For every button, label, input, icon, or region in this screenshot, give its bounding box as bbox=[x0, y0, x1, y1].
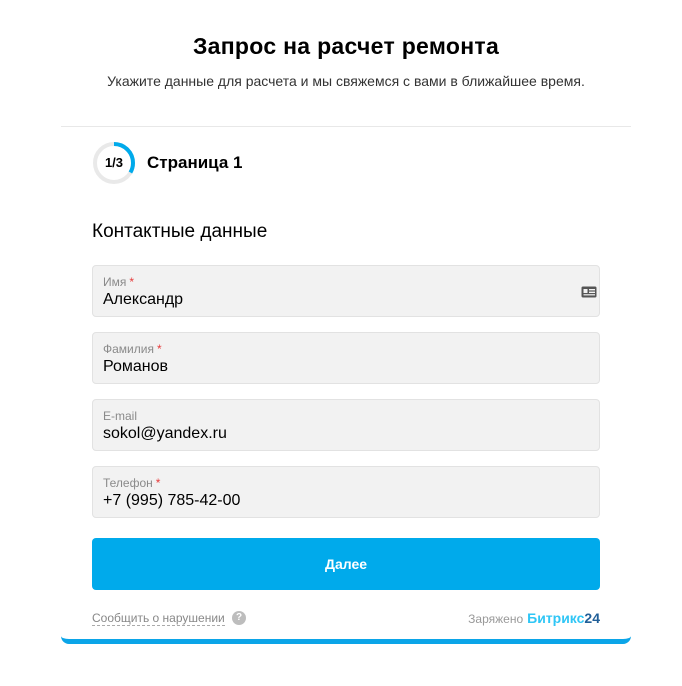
header-divider bbox=[61, 126, 631, 127]
first-name-field[interactable]: Имя * bbox=[92, 265, 600, 317]
powered-by[interactable]: Заряжено Битрикс24 bbox=[468, 610, 600, 626]
contact-card-icon[interactable] bbox=[581, 285, 597, 298]
email-field[interactable]: E-mail bbox=[92, 399, 600, 451]
brand-number: 24 bbox=[584, 610, 600, 626]
field-label: Имя * bbox=[103, 275, 135, 289]
form-title: Запрос на расчет ремонта bbox=[192, 33, 500, 59]
form-subtitle: Укажите данные для расчета и мы свяжемся… bbox=[107, 73, 585, 89]
report-violation-link[interactable]: Сообщить о нарушении bbox=[92, 611, 225, 626]
brand-name: Битрикс bbox=[527, 610, 585, 626]
page-label: Страница 1 bbox=[147, 153, 243, 172]
first-name-input[interactable] bbox=[103, 290, 563, 310]
progress-text: 1/3 bbox=[104, 155, 124, 170]
field-label: Телефон * bbox=[103, 476, 161, 490]
next-button[interactable]: Далее bbox=[92, 538, 600, 590]
form-card: Запрос на расчет ремонта Укажите данные … bbox=[61, 0, 631, 644]
phone-input[interactable] bbox=[103, 491, 563, 511]
email-input[interactable] bbox=[103, 424, 563, 444]
section-title: Контактные данные bbox=[92, 221, 268, 242]
help-icon[interactable]: ? bbox=[232, 611, 246, 625]
page-progress-indicator: 1/3 bbox=[92, 141, 136, 185]
field-label: E-mail bbox=[103, 409, 138, 423]
powered-label: Заряжено bbox=[468, 612, 524, 626]
field-label: Фамилия * bbox=[103, 342, 162, 356]
last-name-input[interactable] bbox=[103, 357, 563, 377]
last-name-field[interactable]: Фамилия * bbox=[92, 332, 600, 384]
phone-field[interactable]: Телефон * bbox=[92, 466, 600, 518]
